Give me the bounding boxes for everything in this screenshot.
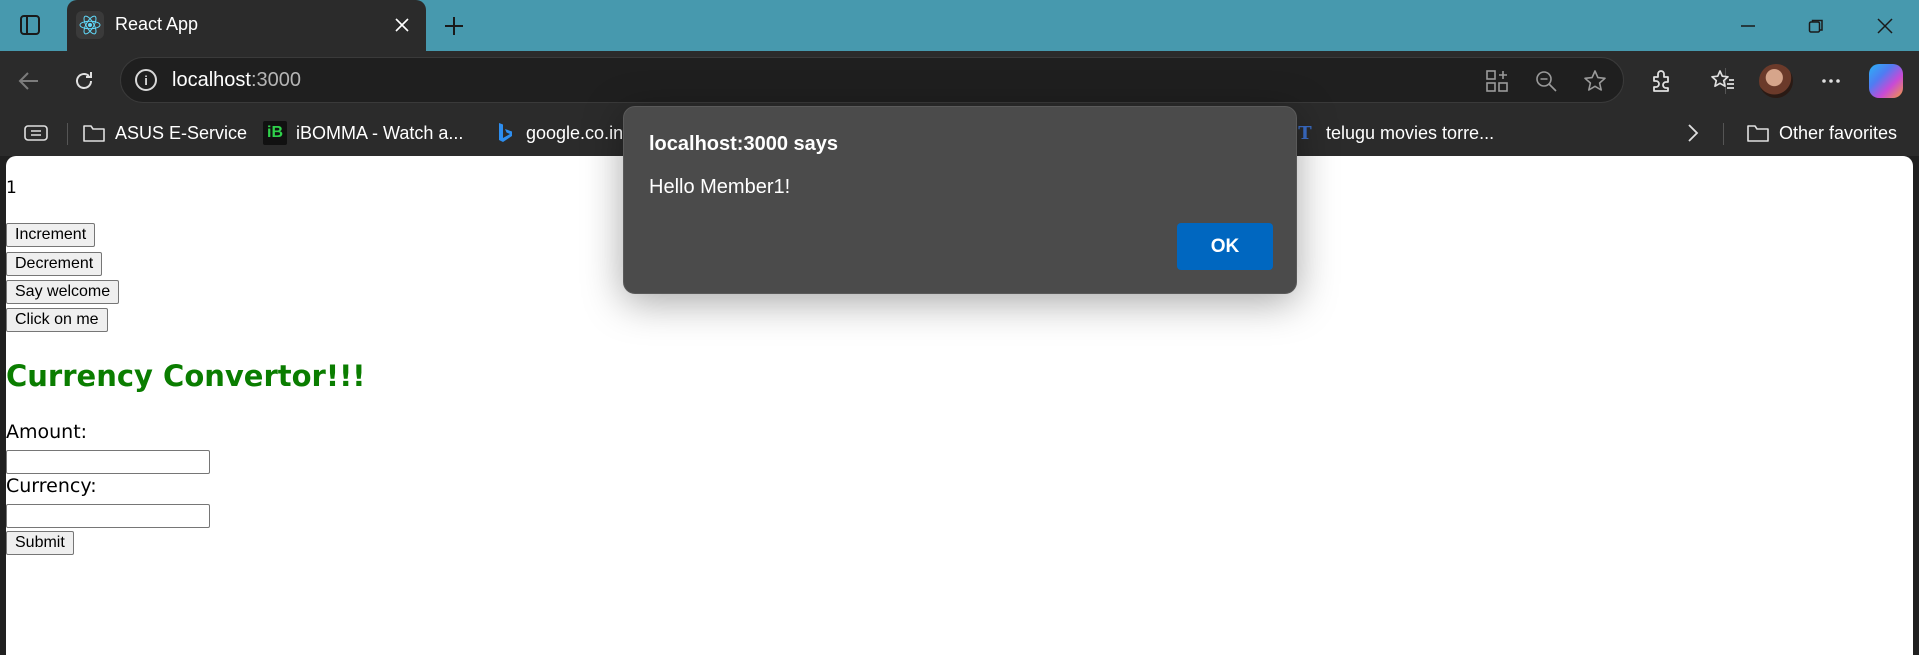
favorite-telugu-movies[interactable]: T telugu movies torre... — [1293, 121, 1494, 145]
copilot-icon[interactable] — [1869, 64, 1903, 98]
favorites-separator-right — [1723, 123, 1724, 145]
back-arrow-icon[interactable] — [14, 66, 44, 96]
navigation-bar: i localhost:3000 — [0, 51, 1919, 111]
tab-react-app[interactable]: React App — [67, 0, 426, 51]
favorites-separator — [67, 123, 68, 145]
close-tab-icon[interactable] — [392, 15, 412, 35]
amount-input[interactable] — [6, 450, 210, 474]
ibomma-icon: iB — [263, 121, 287, 145]
react-logo-icon — [76, 11, 104, 39]
address-bar[interactable]: i localhost:3000 — [120, 57, 1624, 103]
url-text: localhost:3000 — [172, 69, 301, 91]
minimize-icon[interactable] — [1735, 13, 1761, 39]
app-available-icon[interactable] — [1483, 67, 1511, 95]
sidebar-toggle-icon[interactable] — [18, 13, 42, 37]
other-favorites[interactable]: Other favorites — [1746, 121, 1897, 145]
ok-button[interactable]: OK — [1177, 223, 1273, 270]
more-menu-icon[interactable] — [1816, 66, 1846, 96]
folder-icon — [82, 121, 106, 145]
close-window-icon[interactable] — [1872, 13, 1898, 39]
currency-label: Currency: — [6, 475, 97, 497]
alert-dialog: localhost:3000 says Hello Member1! OK — [623, 106, 1297, 294]
submit-button[interactable]: Submit — [6, 531, 74, 555]
chevron-right-icon[interactable] — [1681, 121, 1714, 145]
favorite-star-icon[interactable] — [1581, 67, 1609, 95]
favorite-ibomma[interactable]: iB iBOMMA - Watch a... — [263, 121, 463, 145]
profile-avatar[interactable] — [1759, 64, 1793, 98]
new-tab-icon[interactable] — [440, 12, 468, 40]
decrement-button[interactable]: Decrement — [6, 252, 103, 276]
dialog-title: localhost:3000 says — [649, 133, 838, 155]
title-bar: React App — [0, 0, 1919, 51]
click-on-me-button[interactable]: Click on me — [6, 308, 108, 332]
favorites-icon[interactable] — [1708, 66, 1738, 96]
bing-icon — [493, 121, 517, 145]
favorite-google[interactable]: google.co.in — [493, 121, 623, 145]
amount-label: Amount: — [6, 421, 88, 443]
folder-icon — [1746, 121, 1770, 145]
site-info-icon[interactable]: i — [135, 69, 157, 91]
reading-mode-icon[interactable] — [24, 121, 57, 145]
say-welcome-button[interactable]: Say welcome — [6, 280, 120, 304]
dialog-message: Hello Member1! — [649, 176, 791, 198]
extensions-icon[interactable] — [1647, 66, 1677, 96]
refresh-icon[interactable] — [69, 66, 99, 96]
zoom-out-icon[interactable] — [1532, 67, 1560, 95]
restore-icon[interactable] — [1803, 13, 1829, 39]
currency-input[interactable] — [6, 504, 210, 528]
counter-value: 1 — [6, 178, 17, 198]
page-heading: Currency Convertor!!! — [6, 359, 366, 393]
tab-title: React App — [115, 14, 199, 34]
favorite-asus-eservice[interactable]: ASUS E-Service — [82, 121, 247, 145]
increment-button[interactable]: Increment — [6, 223, 96, 247]
